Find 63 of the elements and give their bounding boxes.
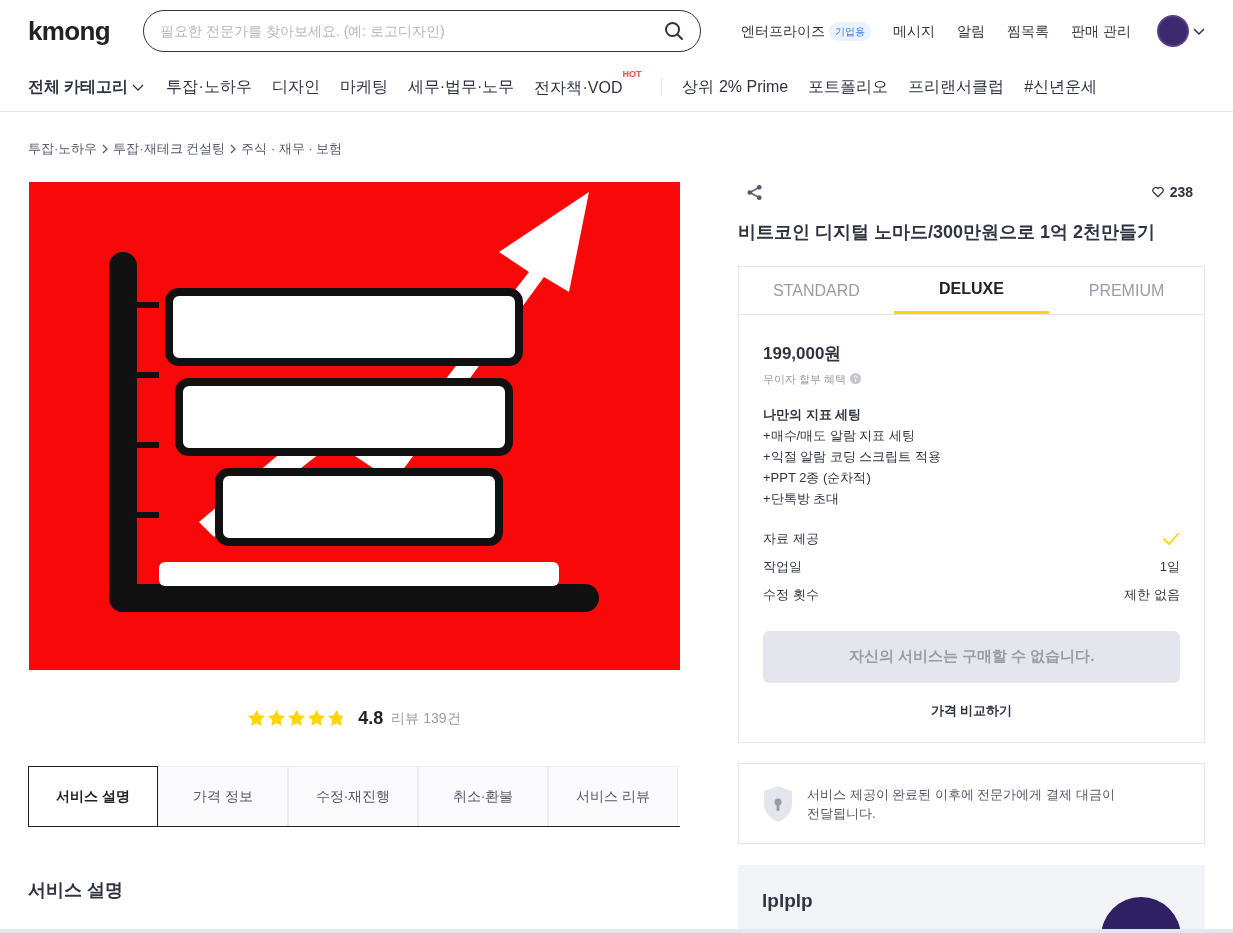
chevron-down-icon xyxy=(1193,25,1205,37)
detail-tab[interactable]: 서비스 설명 xyxy=(28,766,158,826)
category-link[interactable]: #신년운세 xyxy=(1024,74,1098,99)
avatar xyxy=(1157,15,1189,47)
rating-score: 4.8 xyxy=(358,706,384,730)
header-link[interactable]: 메시지 xyxy=(893,20,936,42)
package-feature: +익절 알람 코딩 스크립트 적용 xyxy=(763,447,943,466)
header-link[interactable]: 엔터프라이즈 기업용 xyxy=(741,20,872,42)
detail-tab[interactable]: 가격 정보 xyxy=(158,766,288,826)
breadcrumb-link[interactable]: 투잡·재테크 컨설팅 xyxy=(113,139,226,159)
category-link[interactable]: 세무·법무·노무 xyxy=(407,74,515,99)
hot-label: HOT xyxy=(622,70,642,79)
spec-value: 1일 xyxy=(1159,558,1180,577)
category-link[interactable]: 상위 2% Prime xyxy=(682,74,789,99)
help-icon xyxy=(850,373,862,385)
share-button[interactable] xyxy=(746,183,763,201)
header-link[interactable]: 찜목록 xyxy=(1007,20,1050,42)
detail-tab[interactable]: 취소·환불 xyxy=(418,766,548,826)
share-icon xyxy=(746,183,763,201)
spec-label: 수정 횟수 xyxy=(763,586,819,605)
category-link[interactable]: 프리랜서클럽 xyxy=(908,74,1005,99)
star-icon xyxy=(267,708,287,728)
package-price: 199,000원 xyxy=(763,343,843,365)
category-link[interactable]: 포트폴리오 xyxy=(808,74,889,99)
spec-label: 자료 제공 xyxy=(763,530,819,549)
spec-value: 제한 없음 xyxy=(1124,586,1180,605)
category-link[interactable]: 디자인 xyxy=(271,74,320,99)
breadcrumb-link[interactable]: 투잡·노하우 xyxy=(28,139,98,159)
logo[interactable]: kmong xyxy=(28,11,144,51)
escrow-notice-text: 서비스 제공이 완료된 이후에 전문가에게 결제 대금이 전달됩니다. xyxy=(807,785,1116,823)
header-link[interactable]: 알림 xyxy=(957,20,986,42)
package-feature: +매수/매도 알람 지표 세팅 xyxy=(763,426,917,445)
category-link[interactable]: 투잡·노하우 xyxy=(166,74,252,99)
search-icon xyxy=(664,21,685,41)
shield-lock-icon xyxy=(763,784,793,823)
star-icon xyxy=(247,708,267,728)
breadcrumb-link[interactable]: 주식 · 재무 · 보험 xyxy=(241,139,343,159)
all-categories-button[interactable]: 전체 카테고리 xyxy=(28,74,145,99)
heart-icon xyxy=(1151,186,1164,198)
package-feature: +단톡방 초대 xyxy=(763,489,841,508)
star-icon xyxy=(307,708,327,728)
package-feature: +PPT 2종 (순차적) xyxy=(763,468,872,487)
spec-label: 작업일 xyxy=(763,558,802,577)
chevron-right-icon xyxy=(101,144,110,154)
enterprise-badge: 기업용 xyxy=(829,21,872,41)
star-icon xyxy=(287,708,307,728)
category-link[interactable]: 전자책·VOD xyxy=(534,76,623,100)
star-icon xyxy=(327,708,347,728)
compare-prices-link[interactable]: 가격 비교하기 xyxy=(930,700,1013,720)
profile-menu[interactable] xyxy=(1157,15,1205,47)
installment-text: 무이자 할부 혜택 xyxy=(763,371,847,387)
product-title: 비트코인 디지털 노마드/300만원으로 1억 2천만들기 xyxy=(738,221,1157,244)
like-button[interactable]: 238 xyxy=(1151,181,1193,203)
package-tab[interactable]: DELUXE xyxy=(894,267,1049,314)
search-field[interactable]: 필요한 전문가를 찾아보세요. (예: 로고디자인) xyxy=(160,20,665,42)
chevron-right-icon xyxy=(229,144,238,154)
header-link[interactable]: 판매 관리 xyxy=(1071,20,1131,42)
category-link[interactable]: 마케팅 xyxy=(339,74,388,99)
detail-tab[interactable]: 서비스 리뷰 xyxy=(548,766,678,826)
seller-name[interactable]: lplplp xyxy=(762,887,813,916)
detail-tab[interactable]: 수정·재진행 xyxy=(288,766,418,826)
package-name: 나만의 지표 세팅 xyxy=(763,406,863,424)
section-title: 서비스 설명 xyxy=(28,879,124,902)
